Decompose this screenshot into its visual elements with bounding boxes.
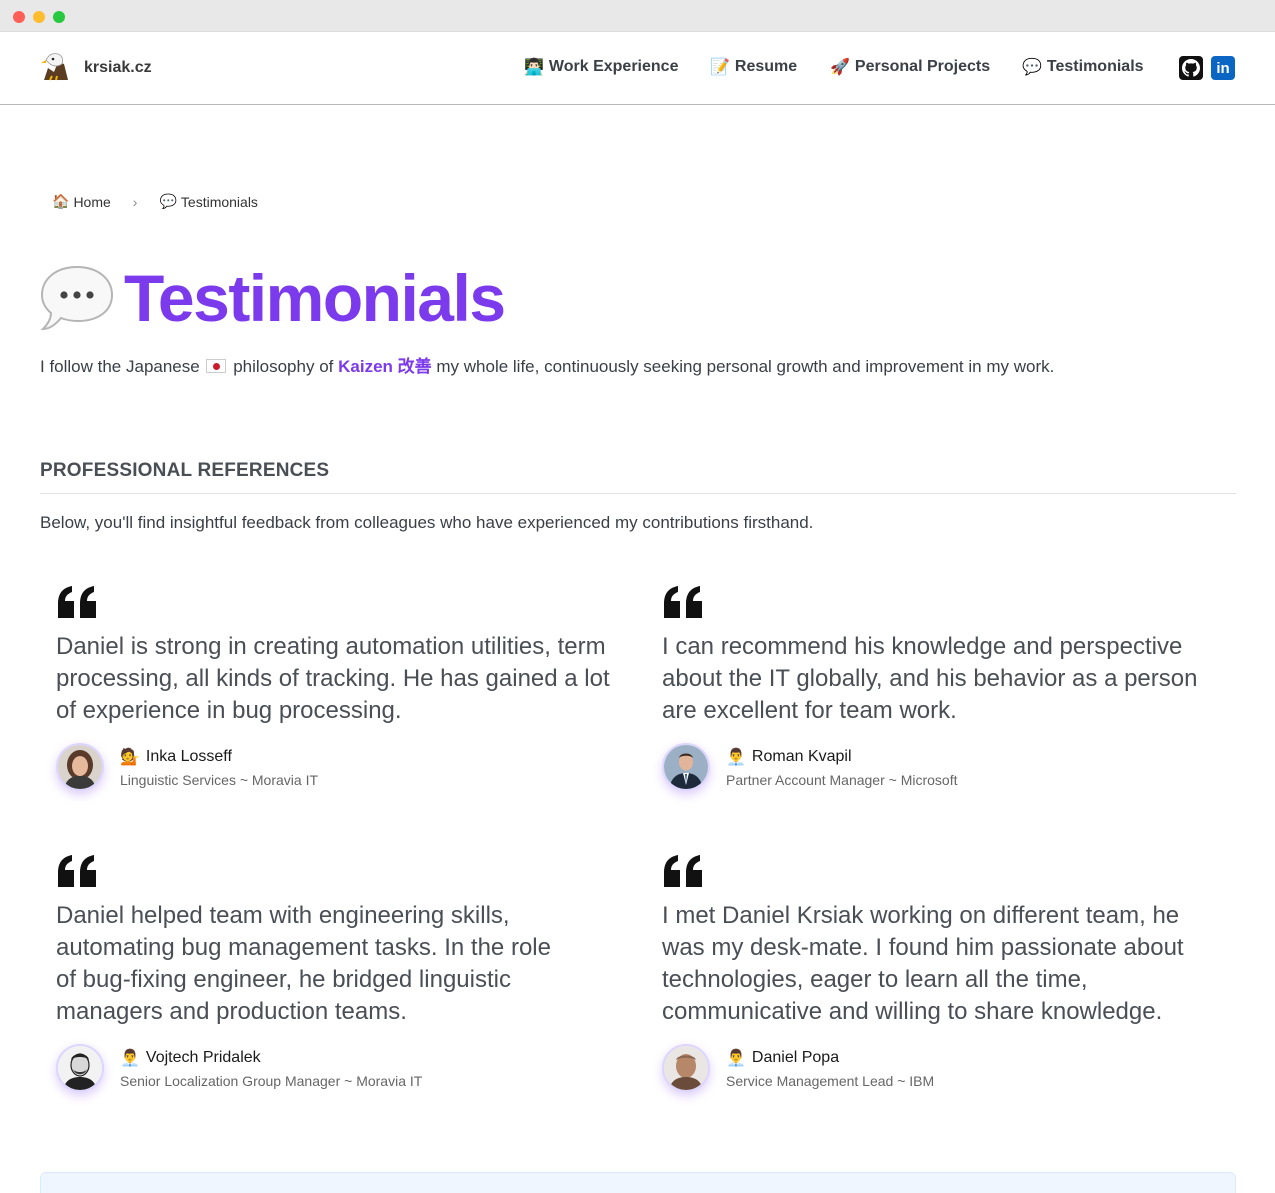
testimonial-author: 💁 Inka Losseff Linguistic Services ~ Mor…: [56, 743, 318, 791]
nav-item-label: Testimonials: [1046, 58, 1144, 75]
testimonial-author: 👨‍💼 Roman Kvapil Partner Account Manager…: [662, 743, 958, 791]
eagle-icon: [41, 53, 68, 81]
speech-bubble-icon: [40, 265, 114, 331]
testimonial-card: Daniel helped team with engineering skil…: [56, 855, 626, 1095]
author-name: Roman Kvapil: [751, 747, 852, 765]
person-icon: 👨‍💼: [726, 748, 746, 766]
zoom-window-button[interactable]: [53, 11, 65, 23]
person-icon: 👨‍💼: [120, 1049, 140, 1067]
nav-item-label: Personal Projects: [854, 58, 991, 75]
breadcrumb-current-label: Testimonials: [180, 193, 258, 210]
author-name: Vojtech Pridalek: [145, 1048, 261, 1066]
nav-item-testimonials[interactable]: 💬 Testimonials: [1022, 57, 1144, 77]
house-icon: 🏠: [52, 193, 70, 209]
breadcrumb-home-label: Home: [73, 193, 111, 210]
section-description: Below, you'll find insightful feedback f…: [40, 513, 814, 532]
brand-name: krsiak.cz: [84, 59, 152, 76]
quote-icon: [58, 855, 96, 887]
nav-item-work-experience[interactable]: 👨🏻‍💻 Work Experience: [524, 57, 678, 77]
linkedin-icon: in: [1216, 59, 1230, 77]
avatar: [662, 743, 710, 791]
nav-item-label: Resume: [734, 58, 798, 75]
quote-icon: [58, 586, 96, 618]
github-icon: [1182, 59, 1200, 77]
nav-item-label: Work Experience: [548, 58, 679, 75]
brand-link[interactable]: krsiak.cz: [38, 50, 152, 86]
author-role: Linguistic Services ~ Moravia IT: [120, 771, 319, 788]
author-name: Inka Losseff: [145, 747, 232, 765]
testimonial-author: 👨‍💼 Vojtech Pridalek Senior Localization…: [56, 1044, 422, 1092]
testimonial-quote: Daniel helped team with engineering skil…: [56, 902, 551, 1025]
kaizen-link[interactable]: Kaizen 改善: [338, 357, 432, 376]
technologist-icon: 👨🏻‍💻: [524, 59, 544, 76]
testimonial-quote: I met Daniel Krsiak working on different…: [662, 902, 1184, 1025]
close-window-button[interactable]: [13, 11, 25, 23]
testimonial-author: 👨‍💼 Daniel Popa Service Management Lead …: [662, 1044, 934, 1092]
testimonial-card: I met Daniel Krsiak working on different…: [662, 855, 1232, 1095]
linkedin-link[interactable]: in: [1211, 56, 1235, 80]
github-link[interactable]: [1179, 56, 1203, 80]
avatar: [56, 743, 104, 791]
window-titlebar: [0, 0, 1275, 32]
intro-text: I follow the Japanese philosophy of Kaiz…: [40, 352, 1054, 377]
japan-flag-icon: [206, 359, 227, 373]
page-title: Testimonials: [40, 258, 506, 338]
quote-icon: [664, 855, 702, 887]
testimonial-card: I can recommend his knowledge and perspe…: [662, 586, 1232, 806]
testimonial-quote: I can recommend his knowledge and perspe…: [662, 633, 1198, 724]
breadcrumb: 🏠 Home › 💬 Testimonials: [52, 193, 258, 210]
author-role: Partner Account Manager ~ Microsoft: [726, 771, 958, 788]
page-title-text: Testimonials: [124, 261, 506, 335]
avatar: [662, 1044, 710, 1092]
speech-bubble-icon: 💬: [1022, 59, 1042, 76]
rocket-icon: 🚀: [830, 59, 850, 76]
speech-bubble-icon: 💬: [159, 193, 177, 209]
minimize-window-button[interactable]: [33, 11, 45, 23]
section-heading: PROFESSIONAL REFERENCES: [40, 460, 330, 481]
person-icon: 💁: [120, 748, 140, 766]
testimonial-quote: Daniel is strong in creating automation …: [56, 633, 610, 724]
intro-before: I follow the Japanese: [40, 357, 200, 376]
author-name: Daniel Popa: [751, 1048, 840, 1066]
person-icon: 👨‍💼: [726, 1049, 746, 1067]
intro-mid: philosophy of: [233, 357, 334, 376]
breadcrumb-home[interactable]: 🏠 Home: [52, 193, 111, 210]
avatar: [56, 1044, 104, 1092]
navbar: krsiak.cz 👨🏻‍💻 Work Experience 📝 Resume …: [0, 32, 1275, 105]
author-role: Senior Localization Group Manager ~ Mora…: [120, 1072, 423, 1089]
callout-box: [40, 1172, 1236, 1193]
chevron-right-icon: ›: [132, 193, 138, 210]
nav-item-resume[interactable]: 📝 Resume: [710, 57, 797, 77]
testimonial-card: Daniel is strong in creating automation …: [56, 586, 626, 806]
breadcrumb-current: 💬 Testimonials: [159, 193, 257, 210]
memo-icon: 📝: [710, 59, 730, 76]
quote-icon: [664, 586, 702, 618]
section-divider: [40, 493, 1236, 494]
intro-after: my whole life, continuously seeking pers…: [436, 357, 1055, 376]
author-role: Service Management Lead ~ IBM: [726, 1072, 935, 1089]
nav-item-personal-projects[interactable]: 🚀 Personal Projects: [830, 57, 990, 77]
